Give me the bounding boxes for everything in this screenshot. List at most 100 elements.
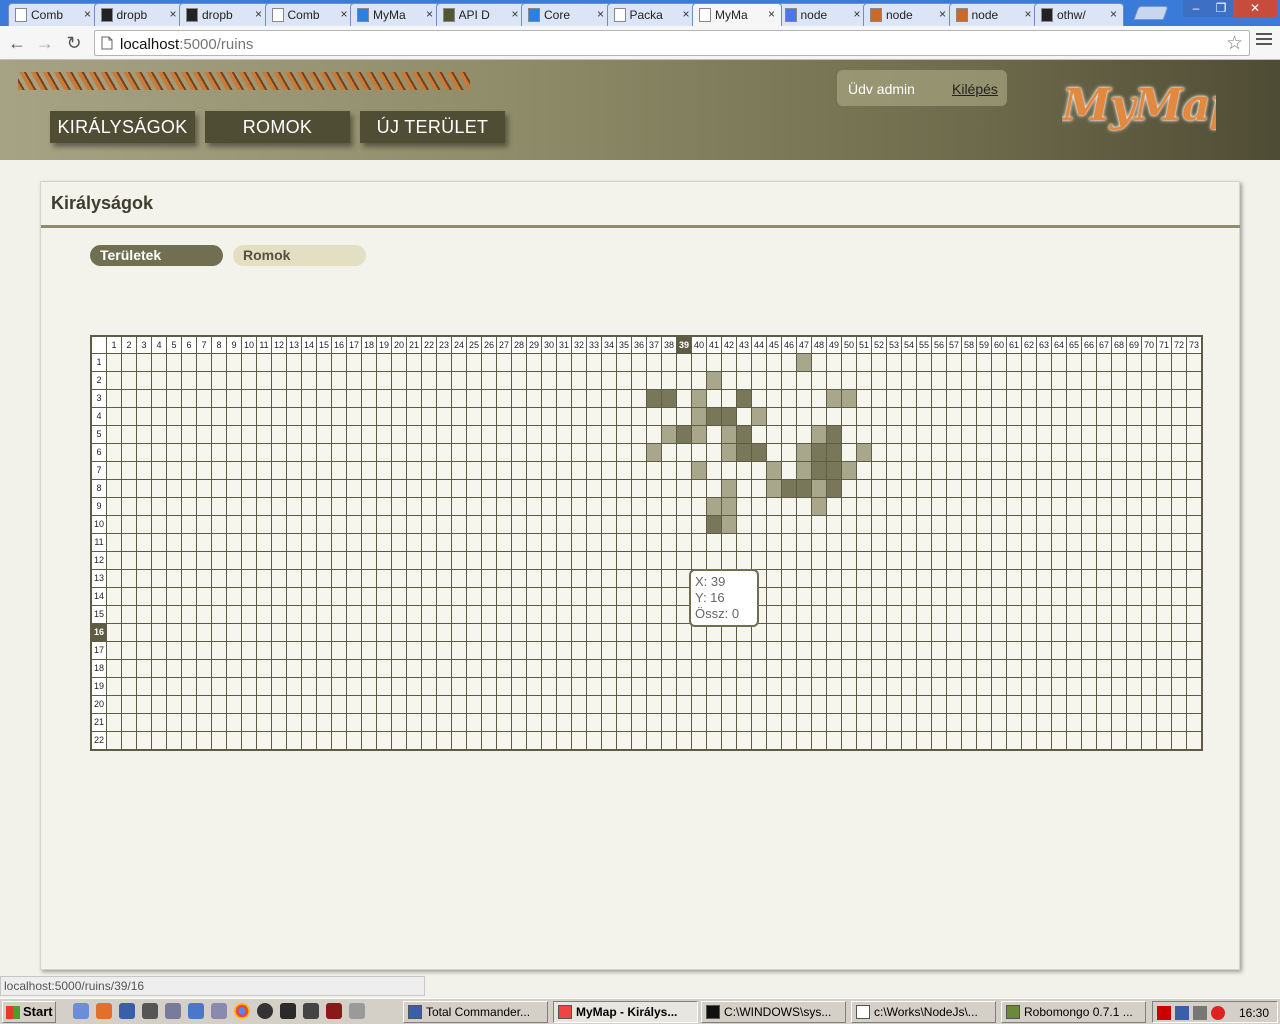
grid-cell-light[interactable] [767,480,782,498]
taskbar-window-button[interactable]: c:\Works\NodeJs\... [851,1001,996,1023]
grid-cell-dark[interactable] [677,426,692,444]
tab-close-icon[interactable]: × [1110,7,1117,21]
grid-cell-dark[interactable] [737,426,752,444]
maximize-button[interactable]: ❐ [1209,0,1233,17]
grid-cell-light[interactable] [797,462,812,480]
grid-cell-light[interactable] [842,390,857,408]
browser-tab[interactable]: othw/ × [1034,3,1124,26]
browser-tab[interactable]: node × [948,3,1039,26]
tab-close-icon[interactable]: × [597,7,604,21]
nav-kingdoms-button[interactable]: KIRÁLYSÁGOK [50,111,195,143]
grid-cell-dark[interactable] [827,426,842,444]
grid-cell-dark[interactable] [827,480,842,498]
grid-cell-dark[interactable] [647,390,662,408]
browser-tab[interactable]: node × [777,3,868,26]
tab-close-icon[interactable]: × [169,7,176,21]
reload-icon[interactable]: ↻ [63,32,85,54]
grid-cell-light[interactable] [857,444,872,462]
browser-tab[interactable]: node × [863,3,953,26]
grid-cell-dark[interactable] [827,462,842,480]
browser-tab[interactable]: Comb × [8,3,98,26]
address-bar[interactable]: localhost:5000/ruins ☆ [94,30,1250,56]
browser-menu-icon[interactable] [1256,33,1272,49]
tab-close-icon[interactable]: × [682,7,689,21]
grid-cell-light[interactable] [842,462,857,480]
grid-cell-light[interactable] [692,390,707,408]
grid-cell-dark[interactable] [752,444,767,462]
grid-cell-light[interactable] [722,480,737,498]
app-icon[interactable] [165,1003,181,1019]
monitor-icon[interactable] [1175,1006,1189,1020]
computer-icon[interactable] [119,1003,135,1019]
grid-cell-light[interactable] [692,426,707,444]
browser-tab[interactable]: Comb × [264,3,355,26]
grid-cell-dark[interactable] [707,516,722,534]
start-button[interactable]: Start [2,1001,56,1023]
grid-cell-dark[interactable] [782,480,797,498]
browser-tab[interactable]: MyMa × [692,3,782,26]
tab-close-icon[interactable]: × [511,7,518,21]
grid-cell-dark[interactable] [797,480,812,498]
browser-tab[interactable]: dropb × [179,3,269,26]
grid-cell-light[interactable] [707,372,722,390]
grid-cell-light[interactable] [812,498,827,516]
logout-link[interactable]: Kilépés [952,81,998,97]
browser-tab[interactable]: API D × [435,3,526,26]
grid-cell-light[interactable] [812,480,827,498]
minimize-button[interactable]: – [1183,0,1209,17]
grid-cell-light[interactable] [647,444,662,462]
browser-tab[interactable]: Packa × [606,3,697,26]
tool-icon[interactable] [211,1003,227,1019]
grid-cell-light[interactable] [827,390,842,408]
grid-cell-light[interactable] [692,408,707,426]
taskbar-window-button[interactable]: Robomongo 0.7.1 ... [1001,1001,1146,1023]
taskbar-window-button[interactable]: MyMap - Királys... [553,1001,698,1023]
tab-close-icon[interactable]: × [939,7,946,21]
forward-icon[interactable]: → [34,32,56,54]
taskbar-window-button[interactable]: Total Commander... [403,1001,548,1023]
grid-cell-light[interactable] [767,462,782,480]
firefox-icon[interactable] [96,1003,112,1019]
grid-cell-dark[interactable] [812,462,827,480]
tab-close-icon[interactable]: × [426,7,433,21]
ati-icon[interactable] [1157,1006,1171,1020]
tab-ruins[interactable]: Romok [233,245,366,266]
grid-cell-light[interactable] [797,354,812,372]
vim-icon[interactable] [326,1003,342,1019]
taskbar-window-button[interactable]: C:\WINDOWS\sys... [701,1001,846,1023]
globe-icon[interactable] [257,1003,273,1019]
grid-cell-light[interactable] [812,426,827,444]
browser-tab[interactable]: Core × [521,3,611,26]
new-tab-button[interactable] [1133,6,1169,20]
back-icon[interactable]: ← [6,32,28,54]
tab-close-icon[interactable]: × [340,7,347,21]
show-desktop-icon[interactable] [73,1003,89,1019]
grid-cell-dark[interactable] [722,408,737,426]
grid-cell-light[interactable] [722,426,737,444]
grid-cell-dark[interactable] [737,444,752,462]
grid-cell-light[interactable] [722,516,737,534]
tab-close-icon[interactable]: × [84,7,91,21]
grid-cell-light[interactable] [722,444,737,462]
grid-cell-light[interactable] [707,498,722,516]
grid-cell-dark[interactable] [827,444,842,462]
tab-close-icon[interactable]: × [255,7,262,21]
tab-close-icon[interactable]: × [853,7,860,21]
browser-tab[interactable]: dropb × [93,3,184,26]
tab-close-icon[interactable]: × [1024,7,1031,21]
chrome-icon[interactable] [234,1003,250,1019]
volume-icon[interactable] [1193,1006,1207,1020]
inkscape-icon[interactable] [280,1003,296,1019]
grid-cell-light[interactable] [722,498,737,516]
browser-tab[interactable]: MyMa × [350,3,440,26]
grid-cell-dark[interactable] [737,390,752,408]
network-icon[interactable] [188,1003,204,1019]
nav-ruins-button[interactable]: ROMOK [205,111,350,143]
close-window-button[interactable]: ✕ [1233,0,1277,17]
grid-cell-light[interactable] [662,426,677,444]
map-grid[interactable]: 1 2 3 4 5 6 7 8 9 10 11 12 13 14 15 16 17 18 19 20 21 22 23 24 2… [90,335,1203,751]
bookmark-star-icon[interactable]: ☆ [1226,32,1243,55]
tab-close-icon[interactable]: × [768,7,775,21]
grid-cell-light[interactable] [692,462,707,480]
grid-cell-light[interactable] [797,444,812,462]
